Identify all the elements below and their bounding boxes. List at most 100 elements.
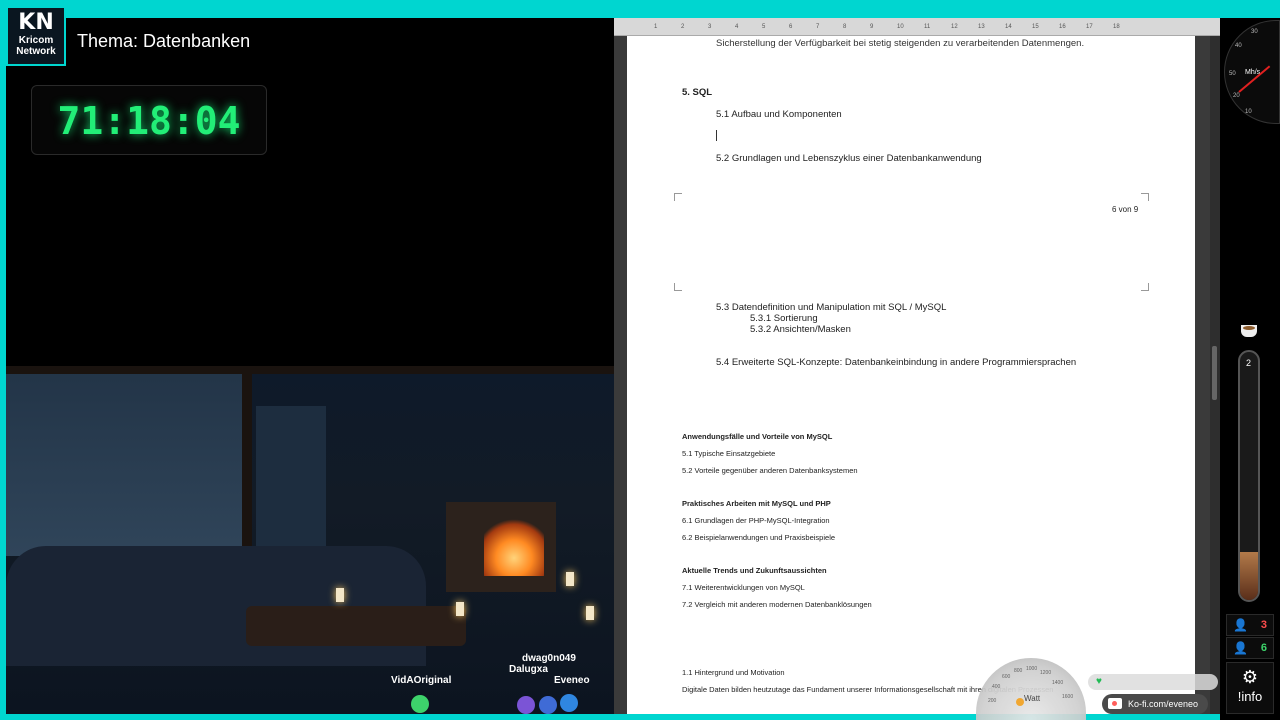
ruler-tick: 6 <box>789 24 793 30</box>
margin-corner <box>674 283 682 291</box>
user-green-icon: 👤 <box>1233 641 1248 655</box>
vertical-scrollbar[interactable] <box>1210 36 1220 714</box>
stream-title: Thema: Datenbanken <box>77 31 251 51</box>
candle <box>336 588 344 602</box>
countdown-timer: 71:18:04 <box>31 85 267 155</box>
candle <box>586 606 594 620</box>
wall-post <box>242 366 252 566</box>
document-viewport[interactable]: 1 2 3 4 5 6 7 8 9 10 11 12 13 14 15 16 1… <box>614 18 1220 714</box>
gauge-tick: 400 <box>992 684 1001 690</box>
kricom-network-logo: KN Kricom Network <box>6 6 66 66</box>
speedo-tick: 30 <box>1251 29 1258 35</box>
chatter-name: Eveneo <box>554 675 590 686</box>
ruler-tick: 7 <box>816 24 820 30</box>
section-heading: Praktisches Arbeiten mit MySQL und PHP <box>682 499 831 508</box>
ruler-tick: 9 <box>870 24 874 30</box>
ruler-tick: 17 <box>1086 24 1093 30</box>
logo-mark: KN <box>18 10 54 35</box>
heart-rate-bar: ♥ <box>1088 674 1218 690</box>
ruler-tick: 18 <box>1113 24 1120 30</box>
fire-glow <box>484 516 544 576</box>
info-label: !info <box>1237 689 1263 704</box>
document-page[interactable]: Sicherstellung der Verfügbarkeit bei ste… <box>627 36 1195 244</box>
ruler-tick: 12 <box>951 24 958 30</box>
gauge-needle <box>1016 698 1024 706</box>
outline-subitem: 5.3.1 Sortierung <box>750 313 818 324</box>
outline-item: 5.4 Erweiterte SQL-Konzepte: Datenbankei… <box>716 357 1077 368</box>
outline-item: 5.2 Vorteile gegenüber anderen Datenbank… <box>682 466 858 475</box>
gauge-tick: 1000 <box>1026 666 1038 672</box>
user-outline-icon: 👤 <box>1233 618 1248 632</box>
ruler-tick: 15 <box>1032 24 1039 30</box>
roof-beam <box>6 366 614 374</box>
gauge-tick: 600 <box>1002 674 1011 680</box>
robot-icon: ⚙ <box>1241 667 1259 687</box>
coffee-table <box>246 606 466 646</box>
chatter-name: VidAOriginal <box>391 675 452 686</box>
kofi-cup-icon <box>1108 698 1122 709</box>
outline-item: 5.1 Aufbau und Komponenten <box>716 109 842 120</box>
ruler-tick: 11 <box>924 24 931 30</box>
speedo-tick: 40 <box>1235 43 1242 49</box>
ruler-tick: 1 <box>654 24 658 30</box>
section-heading: Aktuelle Trends und Zukunftsaussichten <box>682 566 827 575</box>
section-heading: 5. SQL <box>682 87 713 98</box>
stat-value: 3 <box>1260 619 1267 631</box>
ruler-tick: 2 <box>681 24 685 30</box>
logo-line2: Network <box>16 46 56 57</box>
gauge-unit: Watt <box>1024 694 1041 703</box>
progress-tube: 2 <box>1238 350 1260 602</box>
heart-icon: ♥ <box>1096 676 1102 687</box>
outline-item: 5.3 Datendefinition und Manipulation mit… <box>716 302 947 313</box>
text-cursor <box>716 130 717 141</box>
logo-line1: Kricom <box>18 35 54 46</box>
speedo-tick: 20 <box>1233 93 1240 99</box>
chatter-avatar <box>539 696 557 714</box>
gauge-tick: 1200 <box>1040 670 1052 676</box>
chatter-avatar <box>517 696 535 714</box>
viewer-stat: 👤 3 <box>1226 614 1274 636</box>
chatter-name: Dalugxa <box>509 664 548 675</box>
snowy-window <box>6 366 246 556</box>
candle <box>456 602 464 616</box>
outline-item: 6.2 Beispielanwendungen und Praxisbeispi… <box>682 533 836 542</box>
outline-item: 5.1 Typische Einsatzgebiete <box>682 449 776 458</box>
margin-corner <box>1141 193 1149 201</box>
subsection-heading: 1.1 Hintergrund und Motivation <box>682 668 785 677</box>
ruler-tick: 16 <box>1059 24 1066 30</box>
ruler-tick: 14 <box>1005 24 1012 30</box>
ruler-tick: 4 <box>735 24 739 30</box>
chatter-name: dwag0n049 <box>522 653 576 664</box>
gauge-tick: 800 <box>1014 668 1023 674</box>
kofi-link[interactable]: Ko-fi.com/eveneo <box>1102 694 1208 714</box>
body-text: Sicherstellung der Verfügbarkeit bei ste… <box>716 38 1085 49</box>
gauge-tick: 1600 <box>1062 694 1074 700</box>
chatter-avatar <box>560 694 578 712</box>
ruler-tick: 5 <box>762 24 766 30</box>
outline-item: 7.2 Vergleich mit anderen modernen Daten… <box>682 600 872 609</box>
info-command-box: ⚙ !info <box>1226 662 1274 714</box>
gauge-tick: 1400 <box>1052 680 1064 686</box>
document-page[interactable]: 5.3 Datendefinition und Manipulation mit… <box>627 237 1195 714</box>
chatter-avatar <box>411 695 429 713</box>
section-heading: Anwendungsfälle und Vorteile von MySQL <box>682 432 833 441</box>
margin-corner <box>1141 283 1149 291</box>
ruler-tick: 13 <box>978 24 985 30</box>
margin-corner <box>674 193 682 201</box>
stat-value: 6 <box>1260 642 1267 654</box>
gauge-tick: 200 <box>988 698 997 704</box>
speedo-tick: 10 <box>1245 109 1252 115</box>
scrollbar-thumb[interactable] <box>1212 346 1217 400</box>
ruler-tick: 3 <box>708 24 712 30</box>
tube-value: 2 <box>1246 358 1252 368</box>
coffee-cup-icon <box>1241 325 1257 337</box>
outline-item: 7.1 Weiterentwicklungen von MySQL <box>682 583 805 592</box>
ruler-tick: 10 <box>897 24 904 30</box>
follower-stat: 👤 6 <box>1226 637 1274 659</box>
speedo-tick: 50 <box>1229 71 1236 77</box>
page-number: 6 von 9 <box>1112 205 1139 214</box>
horizontal-ruler[interactable]: 1 2 3 4 5 6 7 8 9 10 11 12 13 14 15 16 1… <box>614 18 1220 36</box>
tube-fill <box>1240 552 1258 600</box>
snowy-window-small <box>256 406 326 546</box>
ruler-tick: 8 <box>843 24 847 30</box>
